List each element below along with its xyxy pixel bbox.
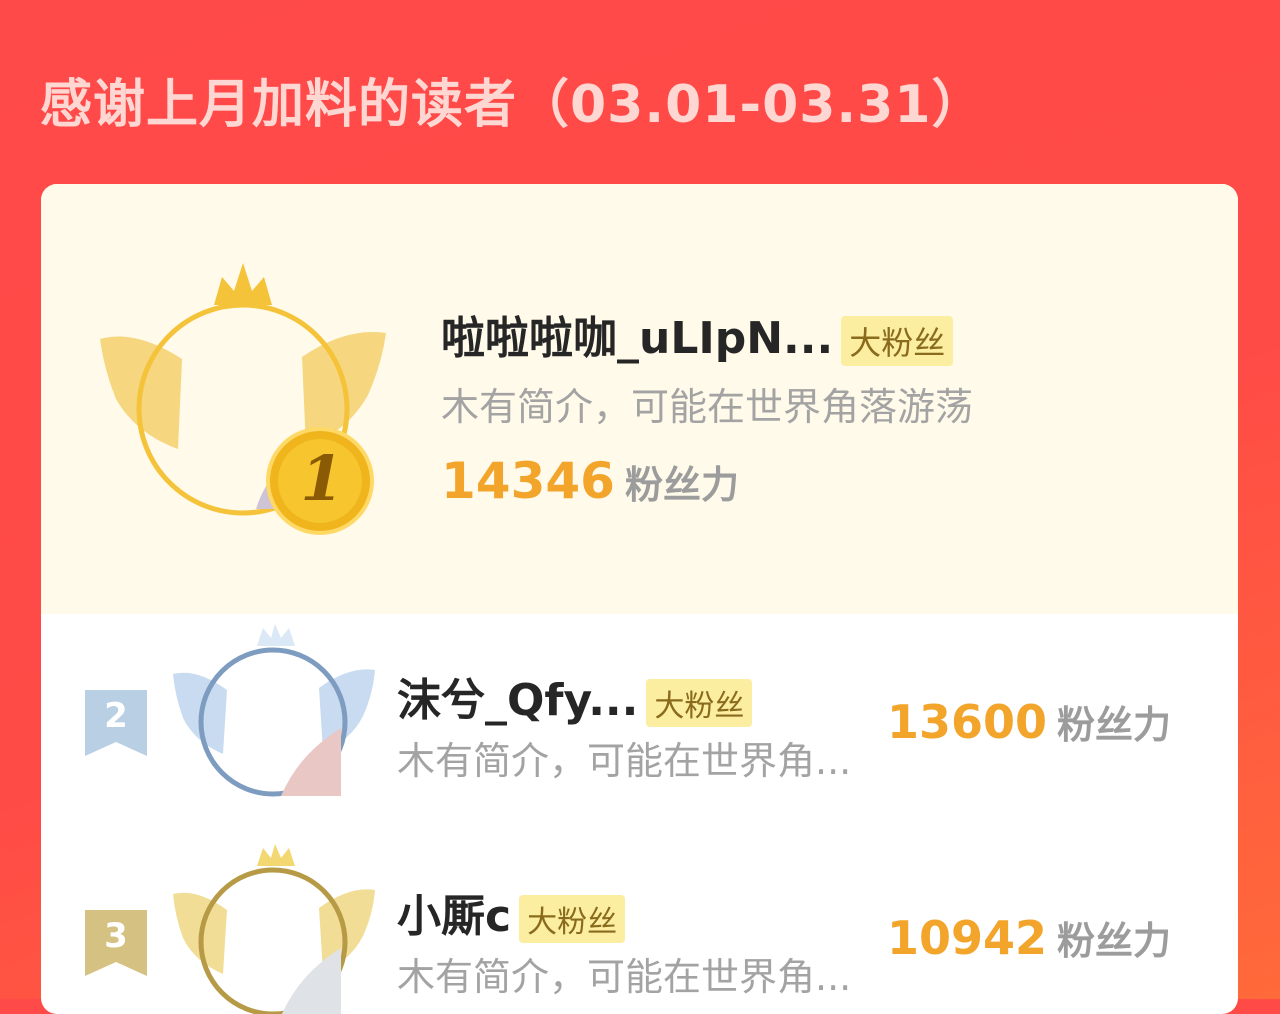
rank-number: 3 <box>104 916 128 956</box>
user-bio: 木有简介，可能在世界角... <box>397 955 852 999</box>
first-place-panel: 1 啦啦啦咖_uLIpN... 大粉丝 木有简介，可能在世界角落游荡 14346 粉… <box>41 184 1238 614</box>
fan-badge: 大粉丝 <box>519 895 626 943</box>
fan-score-value: 14346 <box>441 452 615 510</box>
score-line: 10942 粉丝力 <box>887 910 1171 965</box>
leaderboard-row[interactable]: 3 小厮c 大粉丝 木有简介，可能在世界角... 10942 粉丝力 <box>41 840 1238 1014</box>
fan-score-unit: 粉丝力 <box>1057 919 1172 963</box>
user-bio: 木有简介，可能在世界角... <box>397 739 852 783</box>
score-line: 13600 粉丝力 <box>887 694 1171 749</box>
bronze-avatar-frame[interactable] <box>169 840 379 1014</box>
fan-badge: 大粉丝 <box>646 679 753 727</box>
user-name-text[interactable]: 小厮c <box>397 891 511 942</box>
user-name-text[interactable]: 沫兮_Qfy... <box>397 675 638 726</box>
fan-score-value: 10942 <box>887 911 1048 965</box>
first-user-name[interactable]: 啦啦啦咖_uLIpN... 大粉丝 <box>441 302 954 366</box>
crown-icon <box>257 624 295 646</box>
fan-score-unit: 粉丝力 <box>1057 703 1172 747</box>
leaderboard-row[interactable]: 2 沫兮_Qfy... 大粉丝 木有简介，可能在世界角... 13600 粉丝力 <box>41 624 1238 834</box>
fan-score-unit: 粉丝力 <box>624 463 739 507</box>
rank-number: 1 <box>300 442 344 515</box>
user-name-text[interactable]: 啦啦啦咖_uLIpN... <box>441 313 833 364</box>
crown-icon <box>214 263 272 305</box>
user-name-line[interactable]: 沫兮_Qfy... 大粉丝 <box>397 664 753 728</box>
fan-badge: 大粉丝 <box>841 316 954 366</box>
first-score-line: 14346 粉丝力 <box>441 452 739 510</box>
rank-number: 2 <box>104 696 128 736</box>
silver-avatar-frame[interactable] <box>169 624 379 814</box>
leaderboard-card: 1 啦啦啦咖_uLIpN... 大粉丝 木有简介，可能在世界角落游荡 14346 粉… <box>41 184 1238 1014</box>
gold-avatar-frame[interactable] <box>96 259 396 539</box>
crown-icon <box>257 844 295 866</box>
user-name-line[interactable]: 小厮c 大粉丝 <box>397 880 626 944</box>
page-title: 感谢上月加料的读者（03.01-03.31） <box>40 75 985 135</box>
first-user-bio: 木有简介，可能在世界角落游荡 <box>441 385 974 429</box>
fan-score-value: 13600 <box>887 695 1048 749</box>
